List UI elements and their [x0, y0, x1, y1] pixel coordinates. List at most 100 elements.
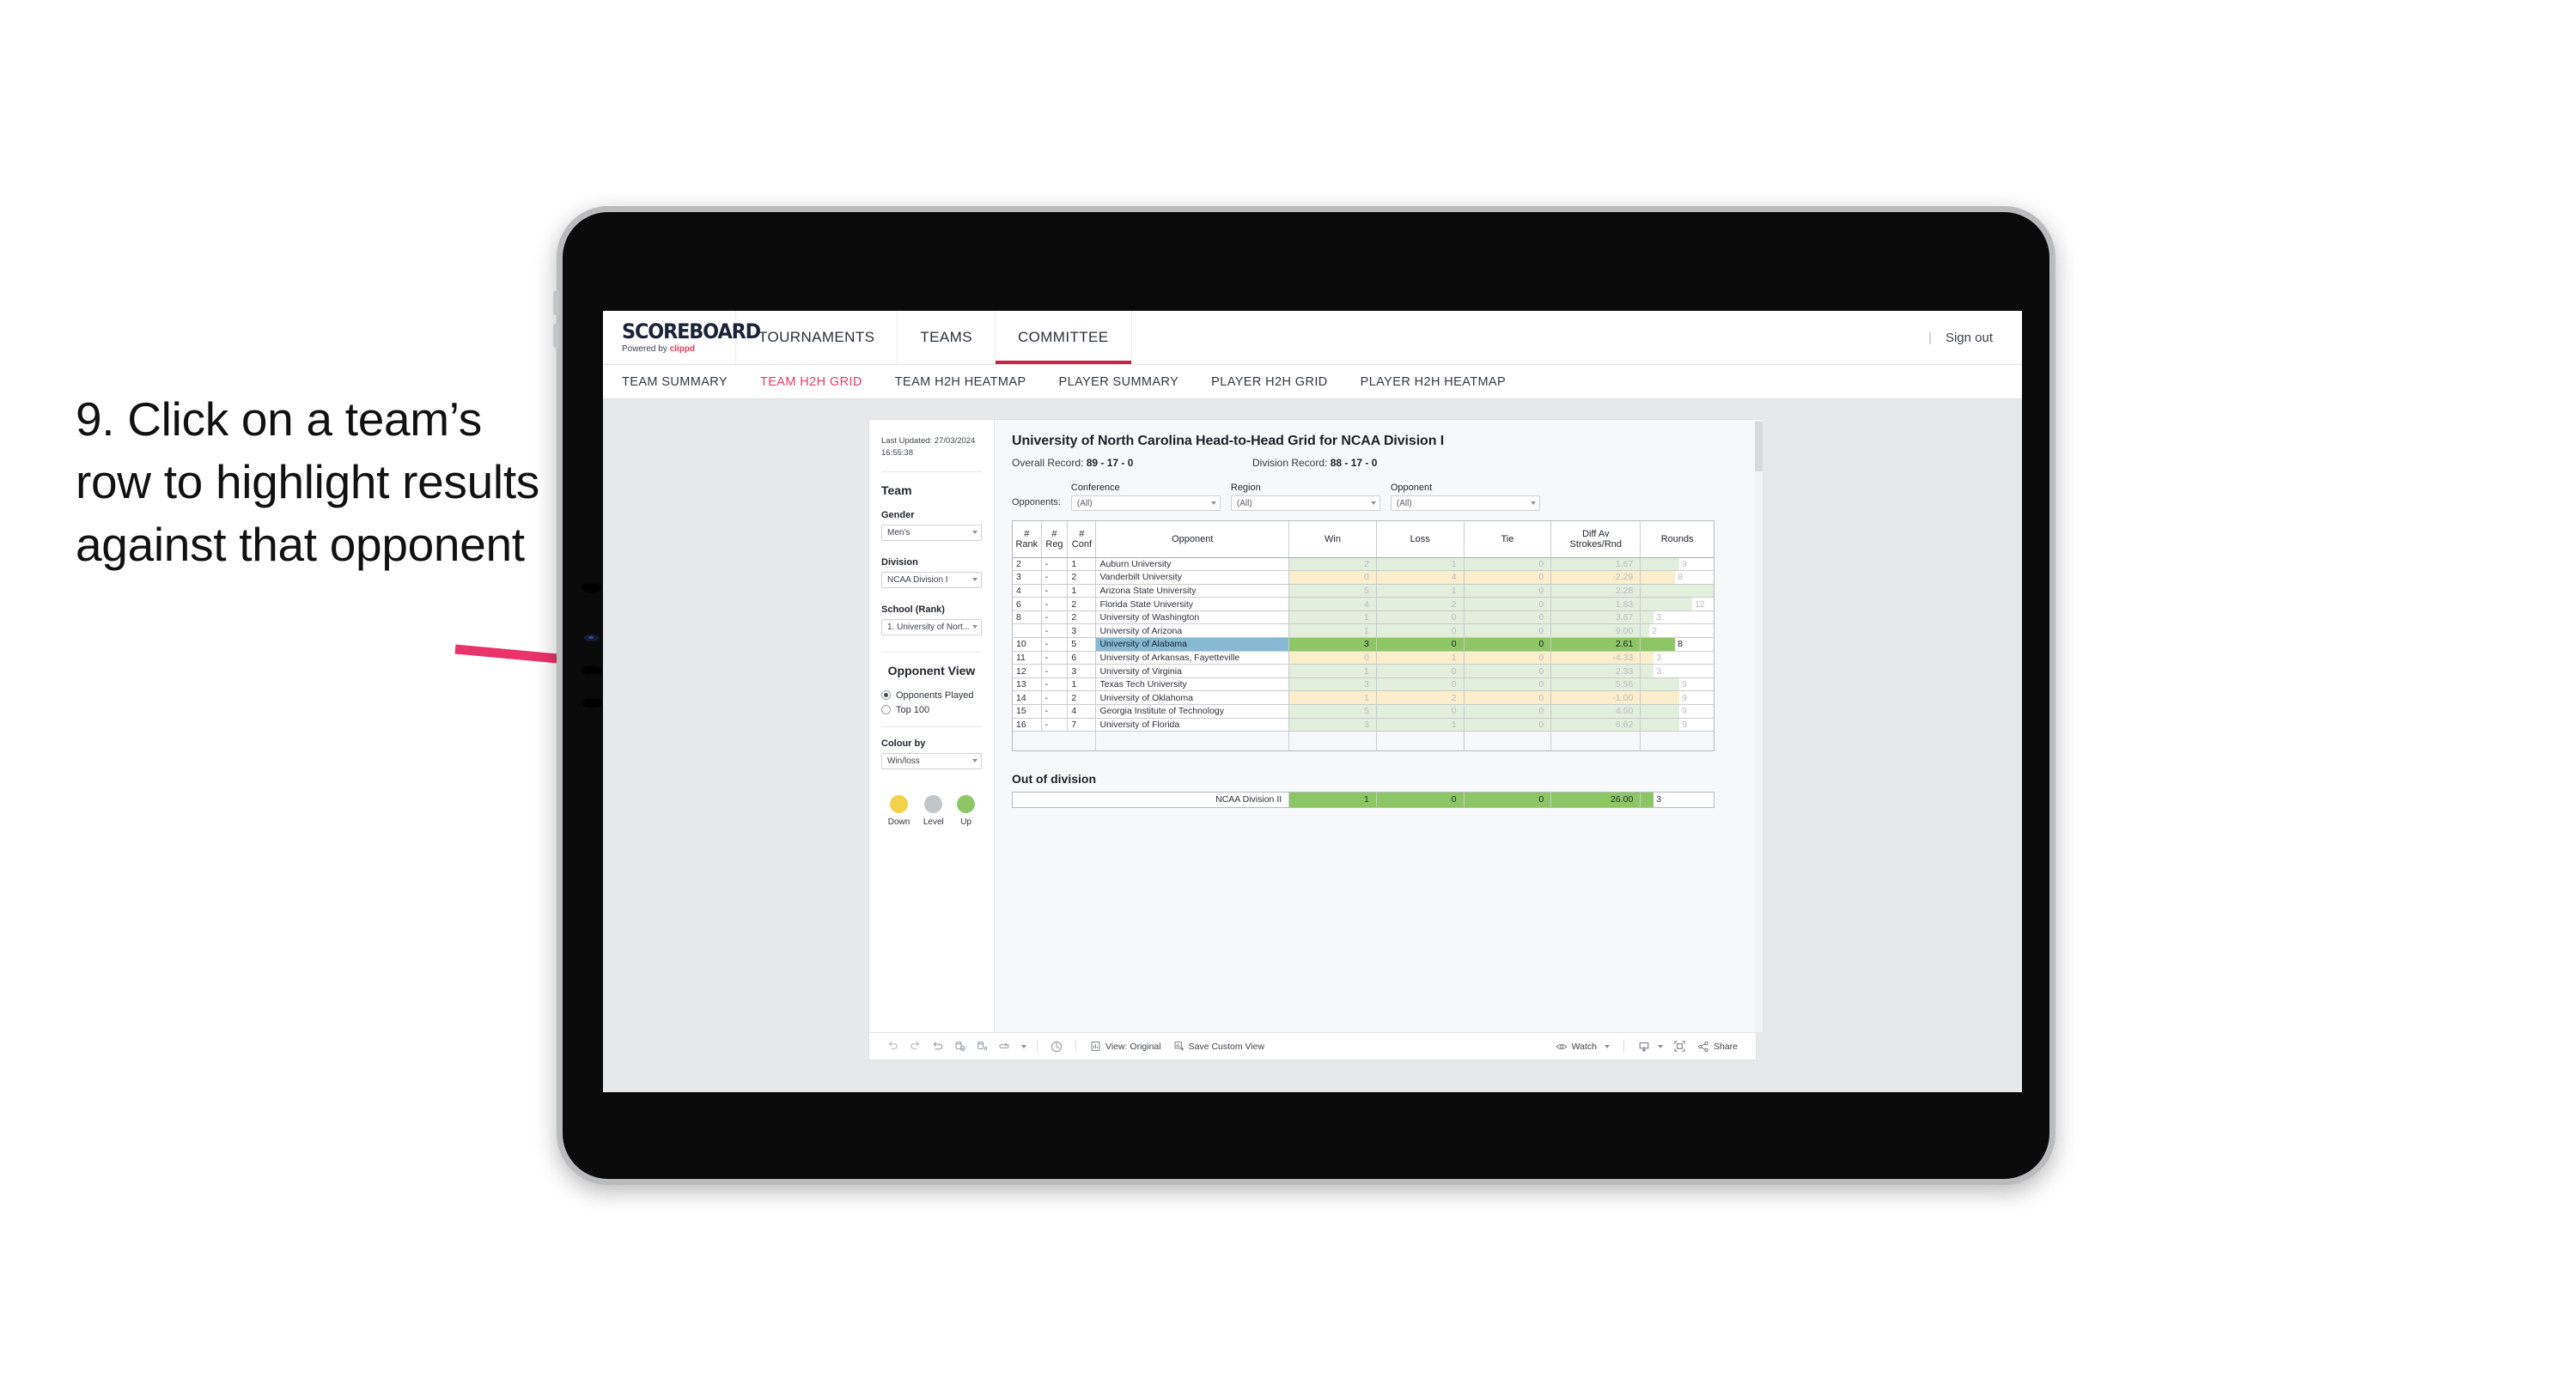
- th-diff[interactable]: Diff Av Strokes/Rnd: [1550, 521, 1641, 558]
- filter-conference-select[interactable]: (All): [1070, 495, 1221, 511]
- out-of-division-row[interactable]: NCAA Division II 1 0 0 26.00 3: [1013, 792, 1714, 807]
- loop-icon[interactable]: [993, 1036, 1015, 1058]
- tab-teams[interactable]: TEAMS: [898, 311, 996, 364]
- table-scrollbar[interactable]: [1755, 420, 1763, 1032]
- tab-committee[interactable]: COMMITTEE: [995, 311, 1132, 364]
- filter-region-select[interactable]: (All): [1230, 495, 1380, 511]
- rounds-bar-cell: 9: [1640, 718, 1714, 732]
- rounds-bar-cell: 9: [1640, 690, 1714, 706]
- table-row[interactable]: 13-1 Texas Tech University 3 0 0 5.56 9: [1013, 677, 1714, 692]
- subnav-player-h2h-grid[interactable]: PLAYER H2H GRID: [1211, 375, 1327, 389]
- table-row[interactable]: -3 University of Arizona 1 0 0 9.00 2: [1013, 623, 1714, 639]
- volume-down-button[interactable]: [553, 324, 559, 348]
- app-logo[interactable]: SCOREBOARD Powered by clippd: [603, 311, 761, 364]
- table-cell: 2.61: [1550, 637, 1641, 652]
- table-row[interactable]: 6-2 Florida State University 4 2 0 1.83 12: [1013, 597, 1714, 611]
- account-zone: | Sign out: [1928, 311, 2022, 364]
- cell-reg: -: [1041, 570, 1069, 585]
- cell-reg: -: [1041, 610, 1069, 625]
- cell-rank: 12: [1013, 664, 1042, 678]
- rounds-value: 9: [1682, 558, 1687, 569]
- subnav-team-h2h-heatmap[interactable]: TEAM H2H HEATMAP: [895, 375, 1026, 389]
- revert-icon[interactable]: [926, 1036, 948, 1058]
- pause-auto-update-icon[interactable]: [1045, 1036, 1068, 1058]
- rounds-bar: [1641, 691, 1680, 704]
- colour-by-select[interactable]: Win/loss: [881, 752, 982, 769]
- table-row[interactable]: 3-2 Vanderbilt University 0 4 0 -2.29 8: [1013, 570, 1714, 585]
- pause-data-icon[interactable]: [971, 1036, 993, 1058]
- table-row[interactable]: 2-1 Auburn University 2 1 0 1.67 9: [1013, 557, 1714, 572]
- filter-sidebar: Last Updated: 27/03/2024 16:55:38 Team G…: [869, 420, 995, 1032]
- sensor-dot-mid: [582, 665, 602, 675]
- save-custom-view-button[interactable]: Save Custom View: [1167, 1036, 1271, 1058]
- table-cell: -2.29: [1550, 570, 1641, 585]
- loop-dropdown-icon[interactable]: [1015, 1036, 1029, 1058]
- chevron-down-icon: [972, 625, 977, 629]
- table-cell: 5: [1288, 584, 1377, 598]
- table-row[interactable]: 11-6 University of Arkansas, Fayetteville…: [1013, 651, 1714, 665]
- full-screen-icon[interactable]: [1669, 1036, 1691, 1058]
- table-scrollbar-thumb[interactable]: [1755, 422, 1763, 471]
- subnav-player-summary[interactable]: PLAYER SUMMARY: [1059, 375, 1179, 389]
- sign-out-link[interactable]: Sign out: [1946, 331, 1993, 345]
- th-rank[interactable]: # Rank: [1013, 521, 1042, 558]
- rounds-bar-cell: 17: [1640, 584, 1714, 598]
- rounds-bar: [1641, 718, 1680, 731]
- colour-by-value: Win/loss: [887, 756, 920, 766]
- share-button[interactable]: Share: [1691, 1036, 1744, 1058]
- view-original-button[interactable]: View: Original: [1084, 1036, 1167, 1058]
- undo-icon[interactable]: [881, 1036, 904, 1058]
- th-reg[interactable]: # Reg: [1041, 521, 1069, 558]
- rounds-bar: [1641, 557, 1680, 570]
- th-loss[interactable]: Loss: [1376, 521, 1465, 558]
- radio-opponents-played[interactable]: Opponents Played: [881, 690, 982, 701]
- table-row[interactable]: 16-7 University of Florida 3 1 0 6.62 9: [1013, 718, 1714, 732]
- school-rank-label: School (Rank): [881, 604, 945, 615]
- rounds-value: 9: [1682, 706, 1687, 717]
- table-row[interactable]: 14-2 University of Oklahoma 1 2 0 -1.00 9: [1013, 690, 1714, 706]
- cell-opponent: University of Arkansas, Fayetteville: [1095, 651, 1290, 665]
- subnav-team-summary[interactable]: TEAM SUMMARY: [622, 375, 728, 389]
- radio-top-100[interactable]: Top 100: [881, 705, 982, 715]
- table-cell: 3: [1288, 677, 1377, 692]
- division-select[interactable]: NCAA Division I: [881, 571, 982, 588]
- cell-opponent: University of Florida: [1095, 718, 1290, 732]
- download-button[interactable]: [1632, 1036, 1669, 1058]
- subnav-player-h2h-heatmap[interactable]: PLAYER H2H HEATMAP: [1361, 375, 1506, 389]
- cell-conf: 6: [1067, 651, 1097, 665]
- cell-conf: 1: [1067, 677, 1097, 692]
- tablet-screen: SCOREBOARD Powered by clippd TOURNAMENTS…: [603, 311, 2022, 1092]
- cell-reg: -: [1041, 677, 1069, 692]
- th-win[interactable]: Win: [1288, 521, 1377, 558]
- cell-reg: -: [1041, 584, 1069, 598]
- table-row[interactable]: 4-1Arizona State University5102.2817: [1013, 584, 1714, 598]
- watch-button[interactable]: Watch: [1550, 1036, 1616, 1058]
- table-row[interactable]: 15-4 Georgia Institute of Technology 5 0 0 4.…: [1013, 704, 1714, 719]
- tab-tournaments[interactable]: TOURNAMENTS: [736, 311, 898, 364]
- table-row[interactable]: 10-5 University of Alabama 3 0 0 2.61 8: [1013, 637, 1714, 652]
- table-cell: 1.83: [1550, 597, 1641, 611]
- th-conf[interactable]: # Conf: [1067, 521, 1097, 558]
- table-row[interactable]: 8-2 University of Washington 1 0 0 3.67 3: [1013, 610, 1714, 625]
- rounds-bar: [1641, 677, 1680, 690]
- cell-rank: 8: [1013, 610, 1042, 625]
- th-tie[interactable]: Tie: [1464, 521, 1552, 558]
- gender-select[interactable]: Men’s: [881, 524, 982, 541]
- table-cell: 0: [1376, 637, 1465, 652]
- cell-rank: 14: [1013, 690, 1042, 706]
- school-rank-select[interactable]: 1. University of Nort...: [881, 618, 982, 635]
- division-value: NCAA Division I: [887, 574, 948, 585]
- filter-conference: Conference (All): [1070, 483, 1221, 511]
- cell-rank: 11: [1013, 651, 1042, 665]
- refresh-data-icon[interactable]: [948, 1036, 971, 1058]
- subnav-team-h2h-grid[interactable]: TEAM H2H GRID: [760, 375, 862, 389]
- th-rounds[interactable]: Rounds: [1640, 521, 1714, 558]
- filter-opponent-select[interactable]: (All): [1390, 495, 1540, 511]
- rounds-value: 3: [1656, 612, 1662, 623]
- table-row[interactable]: 12-3 University of Virginia 1 0 0 2.33 3: [1013, 664, 1714, 678]
- redo-icon[interactable]: [904, 1036, 926, 1058]
- table-header-row: # Rank # Reg # Conf Opponent Win Loss Tie D…: [1013, 521, 1714, 558]
- volume-up-button[interactable]: [553, 291, 559, 315]
- radio-opponents-played-label: Opponents Played: [896, 689, 974, 701]
- th-opponent[interactable]: Opponent: [1095, 521, 1290, 558]
